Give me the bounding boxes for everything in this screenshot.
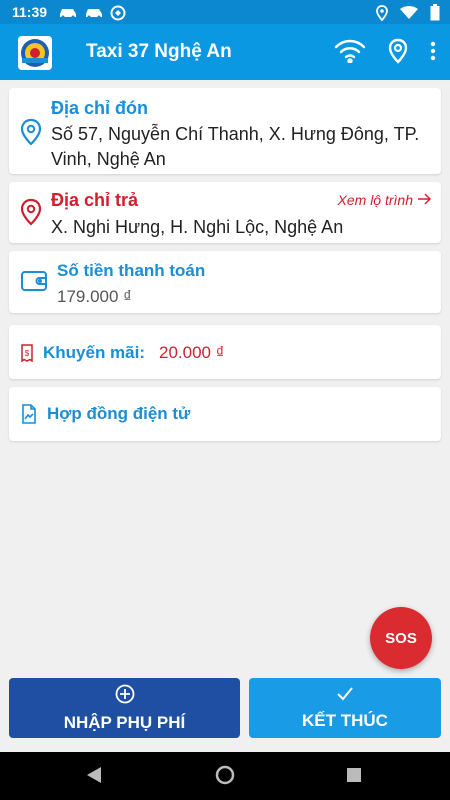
payment-label: Số tiền thanh toán: [57, 261, 206, 280]
sos-button[interactable]: SOS: [370, 607, 432, 669]
wallet-icon: [20, 269, 48, 298]
document-icon: [21, 404, 37, 429]
surcharge-button[interactable]: NHẬP PHỤ PHÍ: [9, 678, 240, 738]
home-icon[interactable]: [215, 765, 235, 790]
location-icon[interactable]: [388, 38, 408, 69]
finish-label: KẾT THÚC: [302, 710, 388, 730]
pickup-location-icon: [20, 118, 42, 151]
view-route-label: Xem lộ trình: [337, 192, 413, 208]
battery-icon: [430, 4, 440, 24]
view-route-link[interactable]: Xem lộ trình: [338, 192, 431, 208]
check-icon: [336, 686, 354, 707]
contract-card[interactable]: Hợp đồng điện tử: [9, 387, 441, 441]
status-time: 11:39: [12, 4, 48, 20]
payment-amount: 179.000 ₫: [57, 287, 132, 306]
sos-label: SOS: [385, 629, 417, 647]
pickup-address: Số 57, Nguyễn Chí Thanh, X. Hưng Đông, T…: [51, 124, 420, 169]
pickup-label: Địa chỉ đón: [51, 98, 149, 118]
status-bar: 11:39: [0, 0, 450, 24]
car-notification-icon: [58, 5, 78, 24]
app-bar: Taxi 37 Nghệ An: [0, 24, 450, 80]
app-notification-icon: [110, 5, 126, 24]
dropoff-card: Địa chỉ trả Xem lộ trình X. Nghi Hưng, H…: [9, 182, 441, 243]
pickup-card: Địa chỉ đón Số 57, Nguyễn Chí Thanh, X. …: [9, 88, 441, 174]
surcharge-label: NHẬP PHỤ PHÍ: [63, 712, 186, 732]
finish-button[interactable]: KẾT THÚC: [249, 678, 441, 738]
dropoff-location-icon: [20, 198, 42, 231]
system-nav-bar: [0, 752, 450, 800]
arrow-right-icon: [417, 192, 431, 208]
more-options-icon[interactable]: [430, 41, 436, 66]
promotion-label: Khuyến mãi:: [43, 343, 146, 362]
wifi-status-icon: [400, 5, 418, 23]
contract-label: Hợp đồng điện tử: [47, 404, 191, 423]
payment-card: Số tiền thanh toán 179.000 ₫: [9, 251, 441, 313]
wifi-icon[interactable]: [334, 39, 366, 68]
recents-icon[interactable]: [346, 767, 362, 788]
app-title: Taxi 37 Nghệ An: [86, 41, 232, 62]
car-notification-icon-2: [84, 5, 104, 24]
promotion-amount: 20.000 ₫: [159, 343, 225, 362]
coupon-icon: $: [20, 344, 34, 367]
back-icon[interactable]: [86, 766, 102, 789]
location-status-icon: [376, 4, 388, 24]
svg-text:$: $: [25, 349, 30, 358]
dropoff-label: Địa chỉ trả: [51, 190, 139, 210]
plus-circle-icon: [115, 684, 135, 709]
app-logo: [18, 36, 52, 70]
promotion-card[interactable]: $ Khuyến mãi: 20.000 ₫: [9, 325, 441, 379]
dropoff-address: X. Nghi Hưng, H. Nghi Lộc, Nghệ An: [51, 217, 344, 237]
